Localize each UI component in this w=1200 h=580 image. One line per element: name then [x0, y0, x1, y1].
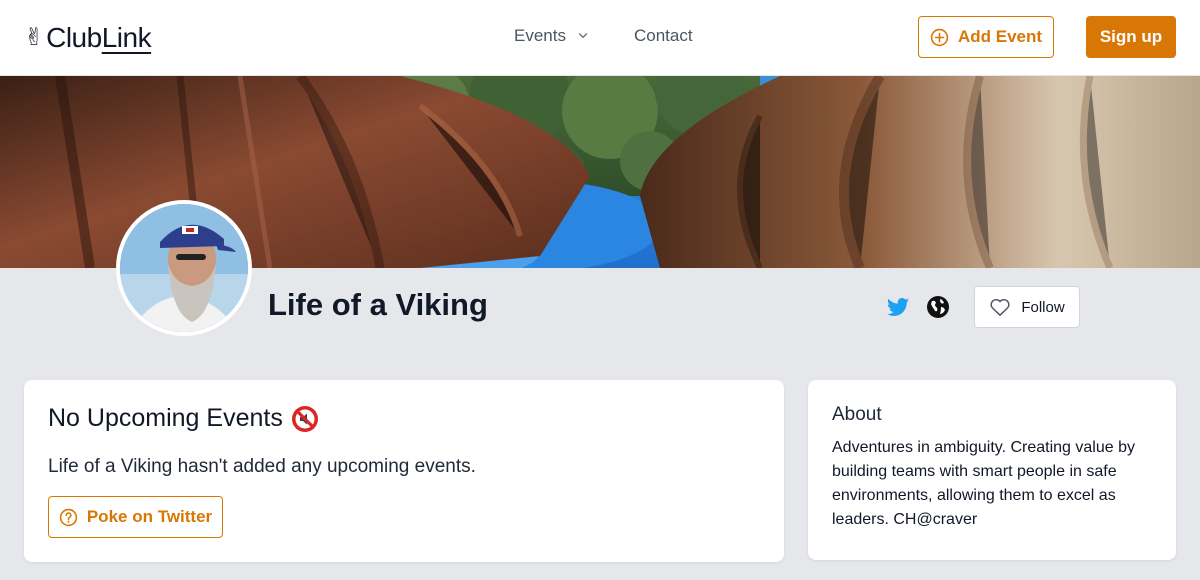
nav-contact-label: Contact — [633, 26, 693, 45]
heart-icon — [990, 299, 1010, 316]
no-sound-icon — [291, 405, 318, 432]
globe-icon[interactable] — [926, 295, 950, 319]
top-navbar: ✌ ClubLink Events Contact Add Event Sign… — [0, 0, 1200, 76]
nav-events-dropdown[interactable]: Events — [514, 26, 590, 46]
profile-avatar — [116, 200, 252, 336]
logo-text-link: Link — [101, 22, 152, 53]
no-events-title: No Upcoming Events — [48, 404, 283, 432]
nav-contact-link[interactable]: Contact — [634, 26, 693, 46]
logo-text: ClubLink — [46, 22, 151, 54]
chevron-down-icon — [578, 33, 588, 39]
about-description: Adventures in ambiguity. Creating value … — [832, 439, 1135, 528]
plus-circle-icon — [930, 28, 949, 46]
clublink-logo[interactable]: ✌ ClubLink — [24, 20, 152, 56]
logo-text-club: Club — [46, 22, 102, 53]
question-circle-icon — [59, 508, 78, 526]
main-nav: Events Contact — [514, 26, 693, 46]
follow-label: Follow — [1021, 298, 1065, 316]
about-title: About — [832, 404, 882, 425]
poke-on-twitter-button[interactable]: Poke on Twitter — [48, 496, 223, 538]
add-event-label: Add Event — [957, 27, 1043, 46]
profile-name: Life of a Viking — [268, 287, 488, 322]
about-card: About Adventures in ambiguity. Creating … — [808, 380, 1176, 560]
upcoming-events-card: No Upcoming Events Life of a Viking hasn… — [24, 380, 784, 562]
sign-up-label: Sign up — [1099, 27, 1163, 46]
no-events-heading: No Upcoming Events — [48, 404, 319, 433]
nav-events-label: Events — [514, 26, 566, 45]
peace-hand-icon: ✌ — [24, 24, 45, 51]
add-event-button[interactable]: Add Event — [918, 16, 1054, 58]
no-events-message: Life of a Viking hasn't added any upcomi… — [48, 456, 476, 477]
sign-up-button[interactable]: Sign up — [1086, 16, 1176, 58]
poke-on-twitter-label: Poke on Twitter — [86, 507, 213, 526]
twitter-icon[interactable] — [886, 295, 910, 319]
follow-button[interactable]: Follow — [974, 286, 1080, 328]
